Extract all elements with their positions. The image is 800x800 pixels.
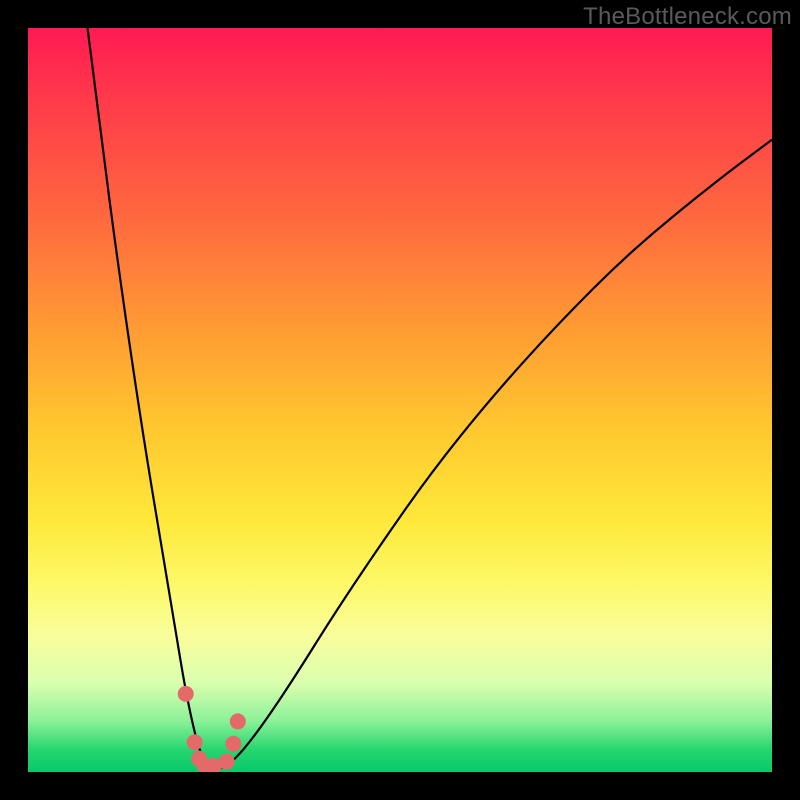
watermark-label: TheBottleneck.com (583, 3, 792, 31)
plot-area (28, 28, 772, 772)
highlight-marker (178, 686, 194, 702)
highlight-marker (187, 734, 203, 750)
chart-svg (28, 28, 772, 772)
chart-frame: TheBottleneck.com (0, 0, 800, 800)
highlight-marker (230, 713, 246, 729)
highlight-marker (225, 736, 241, 752)
bottleneck-curve-path (88, 28, 772, 768)
highlight-marker (219, 754, 235, 770)
